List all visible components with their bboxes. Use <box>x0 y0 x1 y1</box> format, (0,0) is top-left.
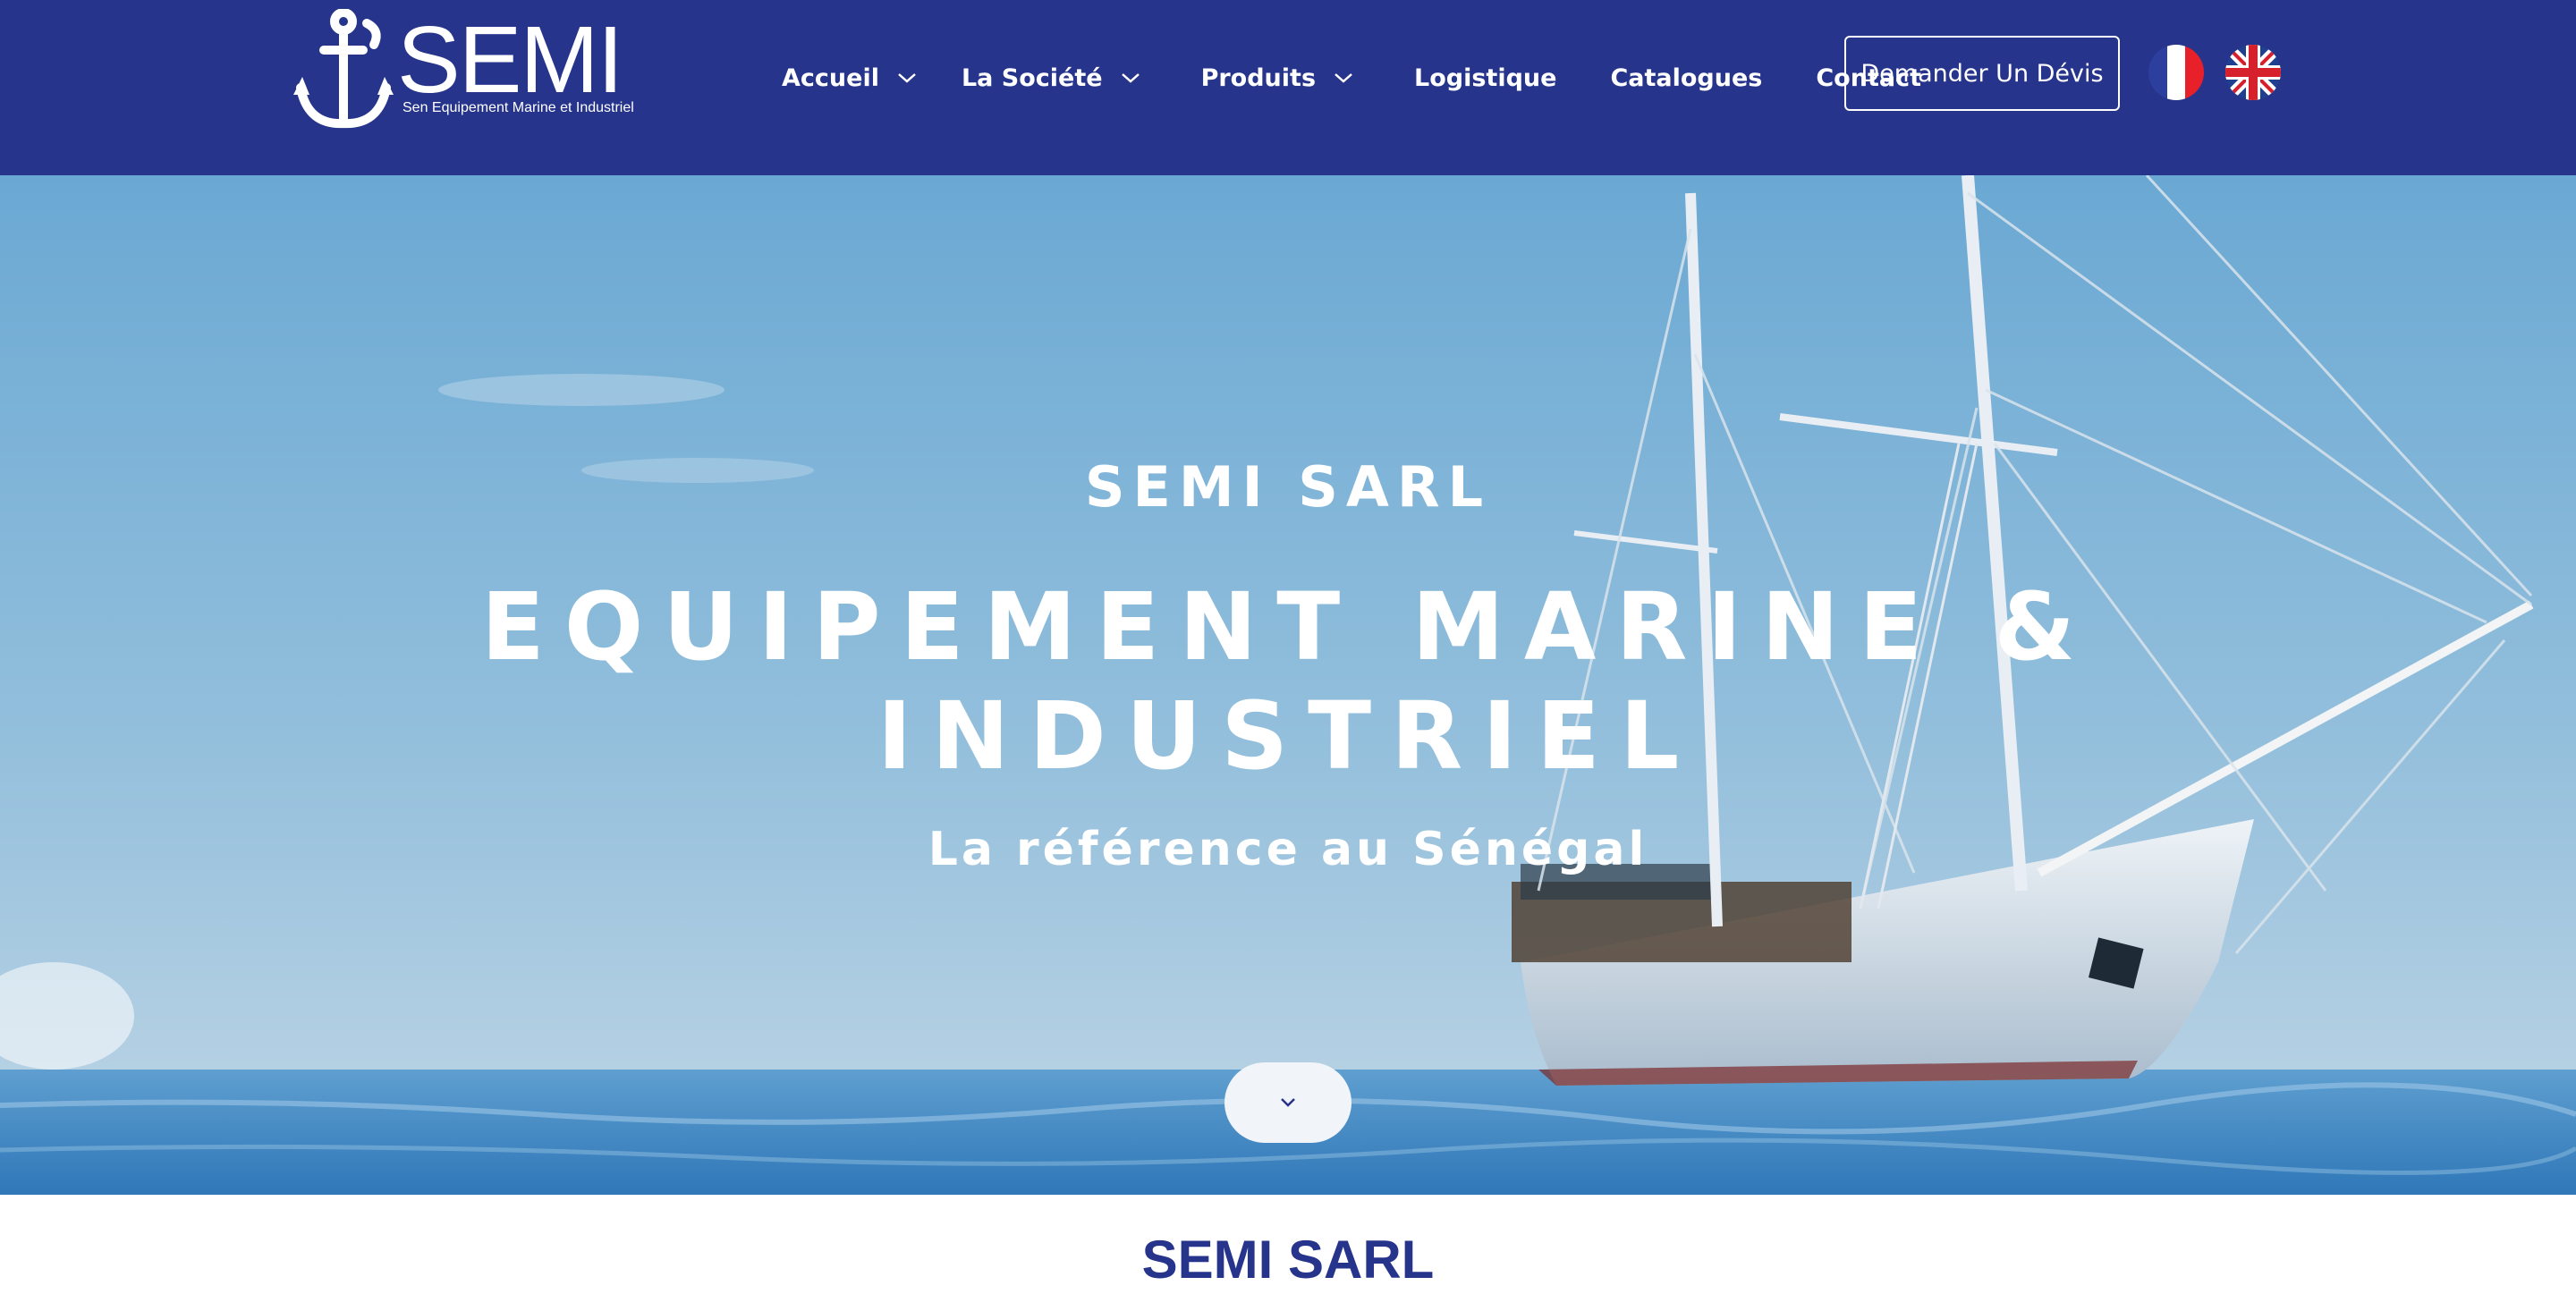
nav-label: Accueil <box>782 63 879 92</box>
nav-item-accueil[interactable]: Accueil <box>782 64 917 92</box>
hero-kicker: SEMI SARL <box>1084 454 1492 520</box>
anchor-icon <box>293 9 394 129</box>
uk-flag-icon[interactable] <box>2225 45 2281 100</box>
nav-item-la-societe[interactable]: La Société <box>962 64 1140 92</box>
nav-label: La Société <box>961 63 1103 92</box>
hero-banner: SEMI SARL EQUIPEMENT MARINE & INDUSTRIEL… <box>0 175 2576 1195</box>
request-quote-button[interactable]: Demander Un Dévis <box>1844 36 2120 111</box>
chevron-down-icon <box>1281 1098 1295 1107</box>
fr-flag-icon[interactable] <box>2148 45 2204 100</box>
main-nav: Accueil La Société Produits Logistique C… <box>782 57 1921 98</box>
chevron-down-icon <box>1335 73 1352 83</box>
nav-label: Produits <box>1200 63 1317 92</box>
nav-item-produits[interactable]: Produits <box>1201 64 1353 92</box>
chevron-down-icon <box>898 73 916 83</box>
hero-subtitle: La référence au Sénégal <box>928 823 1648 876</box>
logo-wordmark: SEMI <box>397 7 623 113</box>
scroll-down-button[interactable] <box>1224 1062 1352 1143</box>
semi-logo[interactable]: SEMI Sen Equipement Marine et Industriel <box>292 9 640 134</box>
section-title: SEMI SARL <box>1141 1230 1435 1290</box>
nav-item-catalogues[interactable]: Catalogues <box>1610 64 1762 92</box>
site-header: SEMI Sen Equipement Marine et Industriel… <box>0 0 2576 175</box>
hero-title: EQUIPEMENT MARINE & INDUSTRIEL <box>480 572 2096 791</box>
chevron-down-icon <box>1121 73 1140 83</box>
nav-label: Logistique <box>1414 63 1557 92</box>
logo-tagline: Sen Equipement Marine et Industriel <box>402 100 634 115</box>
nav-label: Catalogues <box>1610 63 1763 92</box>
nav-item-logistique[interactable]: Logistique <box>1414 64 1556 92</box>
